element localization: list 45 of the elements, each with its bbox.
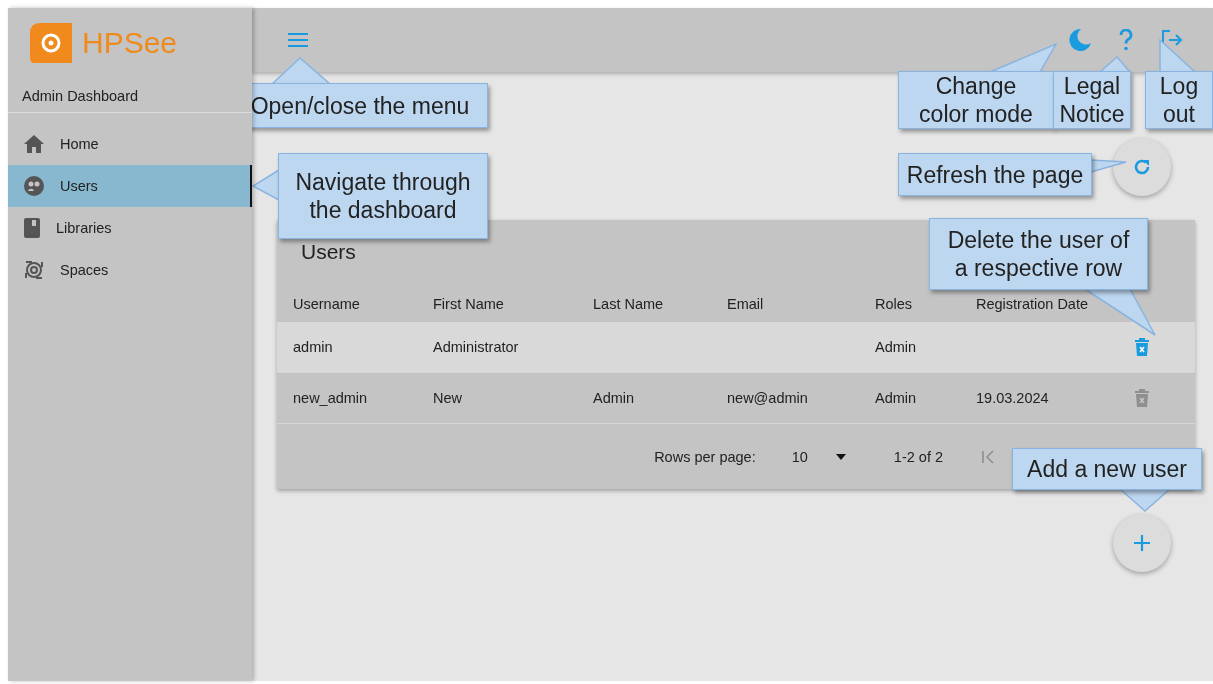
table-cell-text: Administrator [433, 339, 520, 355]
page-range: 1-2 of 2 [893, 448, 943, 465]
delete-icon[interactable] [1135, 338, 1149, 356]
rows-per-page-select[interactable]: 10 [791, 448, 846, 465]
refresh-button[interactable] [1113, 138, 1171, 196]
column-header: First Name [433, 295, 505, 312]
table-cell-text: admin [293, 339, 334, 355]
moon-icon[interactable] [1069, 29, 1091, 51]
first-page-icon[interactable] [981, 449, 995, 464]
column-header: Registration Date [976, 295, 1090, 312]
menu-icon[interactable] [288, 33, 308, 47]
nav-item[interactable]: Libraries [8, 207, 252, 249]
add-button[interactable] [1113, 514, 1171, 572]
table-title: Users [301, 240, 356, 265]
callout: Navigate through the dashboard [278, 153, 488, 239]
sidebar-subtitle: Admin Dashboard [8, 68, 252, 113]
nav-item[interactable]: Users [8, 165, 252, 207]
column-header: Email [727, 295, 765, 312]
people-icon [24, 176, 44, 196]
caret-icon [835, 453, 846, 460]
table-cell-text: Admin [875, 390, 918, 406]
table-cell-text: new_admin [293, 390, 369, 406]
nav-item[interactable]: Spaces [8, 249, 252, 291]
rows-per-page-label: Rows per page: [654, 448, 756, 465]
column-header: Roles [875, 295, 914, 312]
callout-pointer [1090, 159, 1127, 173]
home-icon [24, 135, 44, 153]
help-icon[interactable] [1119, 29, 1133, 51]
logo-text: HPSee [82, 26, 178, 60]
table-cell-text: New [433, 390, 463, 406]
table-cell-text: Admin [593, 390, 636, 406]
table-row[interactable]: admin Administrator Admin [277, 322, 1195, 373]
table-cell-text: Admin [875, 339, 918, 355]
column-header: Last Name [593, 295, 665, 312]
plus-icon [1134, 535, 1150, 551]
callout-pointer [1159, 38, 1197, 73]
logo-icon [30, 23, 72, 63]
vortex-icon [24, 260, 44, 280]
table-cell-text: 19.03.2024 [976, 390, 1050, 406]
book-icon [24, 218, 40, 238]
table-cell-text: new@admin [727, 390, 809, 406]
table-row[interactable]: new_admin New Admin new@admin Admin 19.03.2024 [277, 373, 1195, 424]
refresh-icon [1133, 158, 1151, 176]
callout: Refresh the page [898, 153, 1092, 196]
column-header: Username [293, 295, 361, 312]
